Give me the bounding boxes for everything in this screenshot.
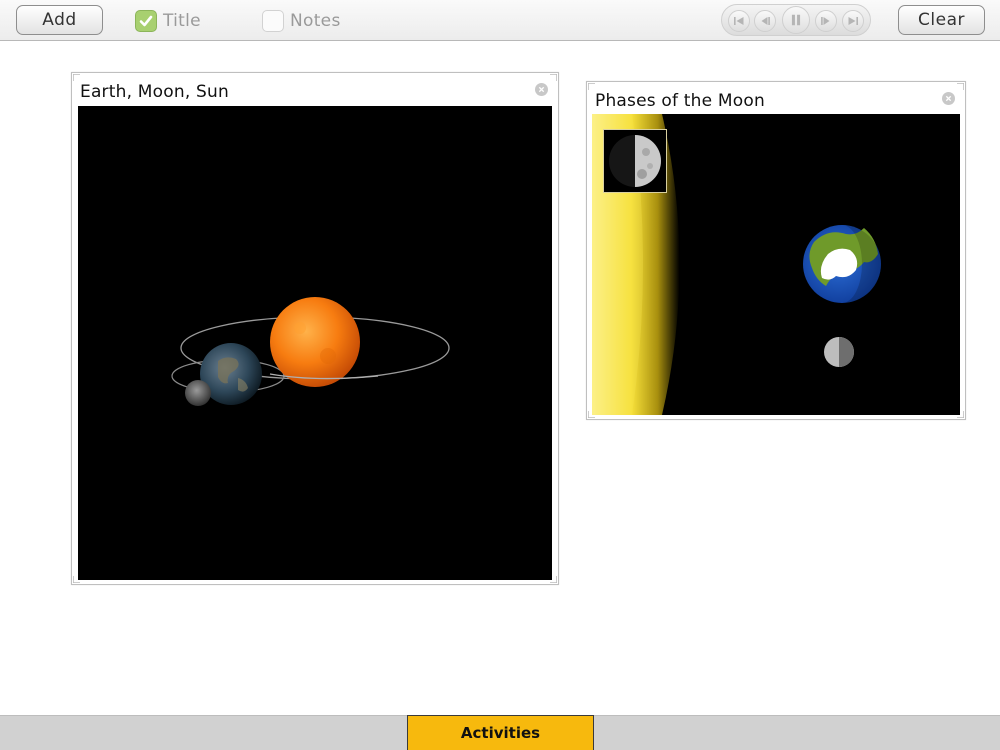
orbit-scene xyxy=(171,297,450,406)
skip-to-start-icon xyxy=(734,17,744,25)
moon-phase-thumbnail xyxy=(603,129,667,193)
step-forward-button[interactable] xyxy=(815,10,837,32)
pause-button[interactable] xyxy=(782,6,810,34)
skip-to-end-button[interactable] xyxy=(842,10,864,32)
clear-button[interactable]: Clear xyxy=(898,5,985,35)
notes-checkbox[interactable] xyxy=(262,10,284,32)
moon-phase-icon xyxy=(609,135,661,187)
toolbar: Add Title Notes Clear xyxy=(0,0,1000,41)
close-icon[interactable] xyxy=(535,83,548,96)
skip-to-start-button[interactable] xyxy=(728,10,750,32)
phases-of-moon-panel[interactable]: Phases of the Moon xyxy=(586,81,966,420)
title-toggle[interactable]: Title xyxy=(135,9,201,33)
panel-title: Phases of the Moon xyxy=(595,91,765,111)
earth-moon-sun-view[interactable] xyxy=(78,106,552,580)
title-checkbox[interactable] xyxy=(135,10,157,32)
resize-handle-top-left[interactable] xyxy=(588,83,596,91)
moon-phases-view[interactable] xyxy=(592,114,960,415)
close-icon[interactable] xyxy=(942,92,955,105)
panel-title: Earth, Moon, Sun xyxy=(80,82,229,102)
add-button[interactable]: Add xyxy=(16,5,103,35)
earth-moon-sun-panel[interactable]: Earth, Moon, Sun xyxy=(71,72,559,585)
title-checkbox-label: Title xyxy=(163,11,201,31)
pause-icon xyxy=(791,14,801,26)
checkmark-icon xyxy=(139,15,153,27)
resize-handle-top-right[interactable] xyxy=(956,83,964,91)
playback-controls xyxy=(721,4,871,36)
notes-toggle[interactable]: Notes xyxy=(262,9,341,33)
skip-to-end-icon xyxy=(848,17,858,25)
resize-handle-top-left[interactable] xyxy=(73,74,81,82)
activities-tab[interactable]: Activities xyxy=(407,715,594,750)
resize-handle-top-right[interactable] xyxy=(549,74,557,82)
sun xyxy=(270,297,360,387)
moon xyxy=(185,380,211,406)
step-back-icon xyxy=(761,17,770,25)
step-forward-icon xyxy=(821,17,830,25)
notes-checkbox-label: Notes xyxy=(290,11,341,31)
step-back-button[interactable] xyxy=(754,10,776,32)
